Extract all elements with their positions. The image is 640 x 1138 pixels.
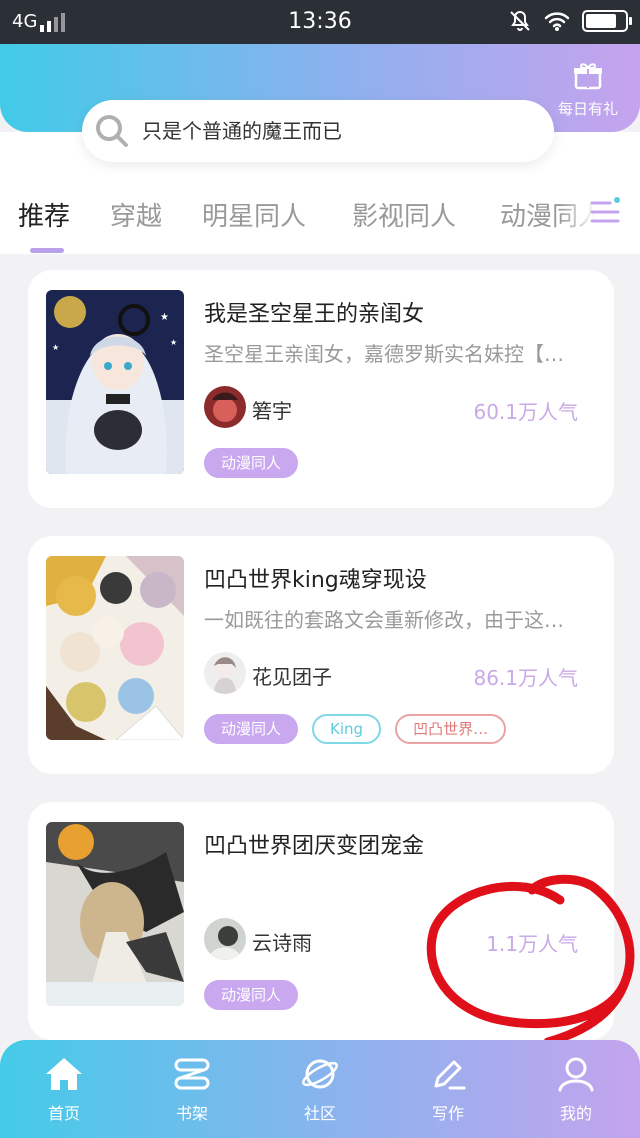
wifi-icon	[544, 12, 570, 31]
nav-label: 社区	[303, 1104, 336, 1123]
daily-gift-label: 每日有礼	[557, 100, 618, 118]
user-icon	[558, 1057, 594, 1092]
avatar[interactable]	[204, 652, 246, 694]
tag[interactable]: King	[312, 714, 382, 744]
tag-list: 动漫同人 King 凹凸世界…	[204, 714, 507, 744]
tag[interactable]: 动漫同人	[204, 714, 299, 744]
author-name[interactable]: 花见团子	[252, 661, 332, 690]
book-title: 我是圣空星王的亲闺女	[204, 302, 425, 327]
avatar[interactable]	[204, 386, 246, 428]
svg-text:★: ★	[170, 338, 177, 347]
nav-label: 首页	[47, 1104, 80, 1123]
tag[interactable]: 动漫同人	[204, 980, 299, 1010]
nav-label: 我的	[559, 1104, 592, 1123]
book-cover: ★ ★ ★	[46, 290, 184, 474]
tab-celebrity-fanfic[interactable]: 明星同人	[202, 196, 306, 233]
avatar[interactable]	[204, 918, 246, 960]
bookshelf-icon	[174, 1058, 210, 1090]
search-icon	[96, 115, 128, 147]
gift-icon	[574, 63, 602, 90]
tab-film-tv-fanfic[interactable]: 影视同人	[352, 196, 456, 233]
book-card[interactable]: 凹凸世界团厌变团宠金 云诗雨 1.1万人气 动漫同人	[28, 802, 614, 1040]
tag-list: 动漫同人	[204, 980, 299, 1010]
book-cover	[46, 822, 184, 1006]
home-icon	[46, 1058, 82, 1090]
nav-label: 写作	[431, 1104, 464, 1123]
svg-text:★: ★	[52, 343, 59, 352]
tag-list: 动漫同人	[204, 448, 299, 478]
tab-recommended[interactable]: 推荐	[18, 196, 70, 233]
book-title: 凹凸世界团厌变团宠金	[204, 834, 425, 859]
book-description: 一如既往的套路文会重新修改，由于这…	[204, 608, 564, 632]
book-card[interactable]: ★ ★ ★ 我是圣空星王的亲闺女 圣空星王亲闺女，嘉德罗斯实名妹控【… 箬宇 60.…	[28, 270, 614, 508]
tag[interactable]: 凹凸世界…	[395, 714, 507, 744]
nav-item-profile[interactable]: 我的	[526, 1056, 626, 1124]
planet-icon	[302, 1059, 338, 1089]
tab-time-travel[interactable]: 穿越	[110, 196, 162, 233]
nav-item-community[interactable]: 社区	[270, 1056, 370, 1124]
book-cover	[46, 556, 184, 740]
daily-gift-button[interactable]: 每日有礼	[552, 62, 624, 119]
svg-text:★: ★	[160, 312, 169, 323]
book-card[interactable]: 凹凸世界king魂穿现设 一如既往的套路文会重新修改，由于这… 花见团子 86.…	[28, 536, 614, 774]
category-tabs: 推荐 穿越 明星同人 影视同人 动漫同人	[0, 176, 640, 254]
category-menu-icon[interactable]	[588, 194, 622, 228]
battery-icon	[582, 10, 632, 32]
popularity-count: 1.1万人气	[486, 932, 578, 956]
author-name[interactable]: 箬宇	[252, 395, 292, 424]
pen-icon	[434, 1060, 466, 1090]
book-title: 凹凸世界king魂穿现设	[204, 568, 427, 593]
bottom-nav: 首页 书架 社区 写作 我的	[0, 1040, 640, 1138]
popularity-count: 60.1万人气	[473, 400, 578, 424]
search-bar[interactable]	[82, 100, 554, 162]
search-input[interactable]	[142, 119, 522, 143]
popularity-count: 86.1万人气	[473, 666, 578, 690]
book-description: 圣空星王亲闺女，嘉德罗斯实名妹控【…	[204, 342, 564, 366]
mute-bell-icon	[510, 10, 530, 31]
tag[interactable]: 动漫同人	[204, 448, 299, 478]
nav-label: 书架	[175, 1104, 208, 1123]
status-bar: 4G 13:36	[0, 0, 640, 44]
nav-item-home[interactable]: 首页	[14, 1056, 114, 1124]
nav-item-bookshelf[interactable]: 书架	[142, 1056, 242, 1124]
active-tab-indicator	[30, 248, 64, 253]
author-name[interactable]: 云诗雨	[252, 927, 312, 956]
nav-item-write[interactable]: 写作	[398, 1056, 498, 1124]
